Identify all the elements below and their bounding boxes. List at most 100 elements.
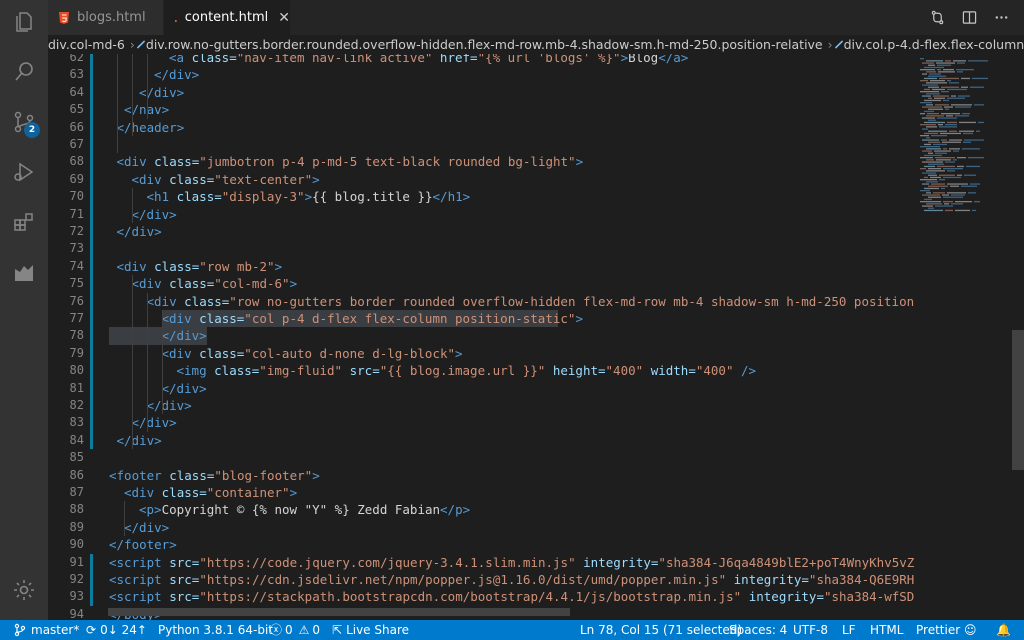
- error-icon: ⓧ: [270, 623, 283, 637]
- scrollbar-thumb[interactable]: [1012, 330, 1024, 470]
- code-line[interactable]: 70 <h1 class="display-3">{{ blog.title }}…: [48, 188, 914, 206]
- code-line[interactable]: 69 <div class="text-center">: [48, 170, 914, 189]
- line-number: 69: [69, 171, 84, 186]
- indentation-status[interactable]: Spaces: 4: [729, 620, 787, 640]
- live-share-icon: ⇱: [332, 623, 343, 637]
- minimap-line: [920, 124, 936, 126]
- python-interpreter[interactable]: Python 3.8.1 64-bit: [158, 620, 273, 640]
- breadcrumb-item[interactable]: div.col.p-4.d-flex.flex-column.position-…: [844, 37, 1024, 52]
- html5-icon: [59, 11, 69, 24]
- code-editor[interactable]: 62 <a class="nav-item nav-link active" hr…: [48, 54, 914, 620]
- encoding-status[interactable]: UTF-8: [793, 620, 828, 640]
- token-atv: "sha384-Q6E9RHvbIyZFJof: [808, 572, 914, 587]
- breadcrumb-item[interactable]: div.col-md-6: [48, 37, 125, 52]
- code-line[interactable]: 83 </div>: [48, 414, 914, 432]
- code-line[interactable]: 88 <p>Copyright © {% now "Y" %} Zedd Fabi…: [48, 501, 914, 518]
- tab-blogs-html[interactable]: blogs.html: [48, 0, 163, 35]
- branch-status[interactable]: master*: [14, 620, 79, 640]
- feedback-icon[interactable]: ☺: [964, 620, 977, 640]
- code-line[interactable]: 79 <div class="col-auto d-none d-lg-block…: [48, 344, 914, 363]
- extensions-icon[interactable]: [10, 208, 38, 236]
- compare-changes-icon[interactable]: [928, 8, 946, 26]
- minimap-line: [941, 86, 959, 88]
- minimap-line: [924, 187, 939, 190]
- code-line[interactable]: 62 <a class="nav-item nav-link active" hr…: [48, 54, 914, 67]
- code-line[interactable]: 86 <footer class="blog-footer">: [48, 467, 914, 484]
- breadcrumb-item[interactable]: div.row.no-gutters.border.rounded.overfl…: [146, 37, 823, 52]
- token-atn: class=: [199, 345, 245, 361]
- token-tag: </div>: [161, 380, 207, 396]
- minimap-line: [951, 104, 972, 106]
- minimap-line: [940, 132, 961, 135]
- code-text: <img class="img-fluid" src="{{ blog.imag…: [177, 362, 757, 379]
- code-line[interactable]: 81 </div>: [48, 379, 914, 397]
- code-line[interactable]: 64 </div>: [48, 83, 914, 102]
- code-line[interactable]: 75 <div class="col-md-6">: [48, 275, 914, 293]
- tab-bar: blogs.html content.html ✕: [48, 0, 1024, 35]
- formatter-status[interactable]: Prettier: [916, 620, 960, 640]
- remote-explorer-icon[interactable]: [10, 258, 38, 286]
- line-number: 72: [69, 224, 84, 238]
- cursor-position[interactable]: Ln 78, Col 15 (71 selected): [580, 620, 742, 640]
- git-modified-indicator: [90, 101, 93, 119]
- code-line[interactable]: 72 </div>: [48, 223, 914, 241]
- code-line[interactable]: 68 <div class="jumbotron p-4 p-md-5 text-…: [48, 153, 914, 171]
- eol-status[interactable]: LF: [842, 620, 856, 640]
- token-tag: <div: [124, 485, 162, 500]
- language-mode[interactable]: HTML: [870, 620, 903, 640]
- code-line[interactable]: 89 </div>: [48, 519, 914, 536]
- code-line[interactable]: 85: [48, 449, 914, 466]
- code-line[interactable]: 84 </div>: [48, 431, 914, 450]
- minimap[interactable]: [914, 54, 1010, 620]
- code-line[interactable]: 67: [48, 136, 914, 154]
- html5-icon: [175, 12, 177, 24]
- tab-content-html[interactable]: content.html ✕: [164, 0, 290, 35]
- code-line[interactable]: 87 <div class="container">: [48, 484, 914, 501]
- code-line[interactable]: 78 </div>: [48, 327, 914, 345]
- tab-label: blogs.html: [77, 10, 146, 25]
- code-line[interactable]: 92 <script src="https://cdn.jsdelivr.net/…: [48, 571, 914, 589]
- code-line[interactable]: 91 <script src="https://code.jquery.com/j…: [48, 553, 914, 571]
- token-txt: Copyright © {% now "Y" %} Zedd Fabian: [161, 502, 441, 518]
- horizontal-scrollbar[interactable]: [108, 608, 570, 616]
- minimap-line: [926, 93, 940, 95]
- close-icon[interactable]: ✕: [278, 10, 290, 26]
- code-line[interactable]: 66 </header>: [48, 118, 914, 136]
- minimap-line: [964, 139, 984, 141]
- line-number: 81: [69, 380, 84, 395]
- token-tag: </a>: [658, 54, 689, 65]
- code-line[interactable]: 74 <div class="row mb-2">: [48, 257, 914, 276]
- settings-gear-icon[interactable]: [10, 576, 38, 604]
- git-modified-indicator: [90, 257, 93, 276]
- problems-status[interactable]: ⓧ 0 ⚠ 0: [270, 620, 320, 640]
- split-editor-icon[interactable]: [960, 8, 978, 26]
- code-line[interactable]: 71 </div>: [48, 205, 914, 223]
- git-modified-indicator: [90, 240, 93, 258]
- token-tag: <div: [131, 171, 170, 187]
- code-line[interactable]: 63 </div>: [48, 66, 914, 84]
- code-text: <div class="text-center">: [132, 171, 320, 188]
- code-line[interactable]: 77 <div class="col p-4 d-flex flex-column…: [48, 310, 914, 328]
- run-debug-icon[interactable]: [10, 158, 38, 186]
- files-icon[interactable]: [10, 8, 38, 36]
- live-share-button[interactable]: ⇱ Live Share: [332, 620, 409, 640]
- token-txt: {{ blog.title }}: [312, 189, 433, 205]
- search-icon[interactable]: [10, 58, 38, 86]
- code-line[interactable]: 76 <div class="row no-gutters border roun…: [48, 292, 914, 310]
- minimap-line: [933, 143, 947, 146]
- sync-icon: ⟳: [86, 623, 97, 637]
- code-line[interactable]: 73: [48, 240, 914, 258]
- tab-label: content.html: [184, 10, 269, 25]
- minimap-line: [968, 192, 976, 194]
- code-text: <a class="nav-item nav-link active" href…: [169, 54, 688, 66]
- code-line[interactable]: 65</nav>: [48, 101, 914, 119]
- more-actions-icon[interactable]: [992, 8, 1010, 26]
- code-line[interactable]: 82 </div>: [48, 397, 914, 415]
- code-line[interactable]: 93 <script src="https://stackpath.bootstr…: [48, 588, 914, 606]
- code-line[interactable]: 80 <img class="img-fluid" src="{{ blog.im…: [48, 362, 914, 380]
- notifications-bell-icon[interactable]: 🔔: [996, 620, 1011, 640]
- minimap-line: [929, 73, 941, 75]
- sync-status[interactable]: ⟳ 0↓ 24↑: [86, 620, 147, 640]
- minimap-line: [926, 148, 941, 150]
- code-line[interactable]: 90 </footer>: [48, 536, 914, 553]
